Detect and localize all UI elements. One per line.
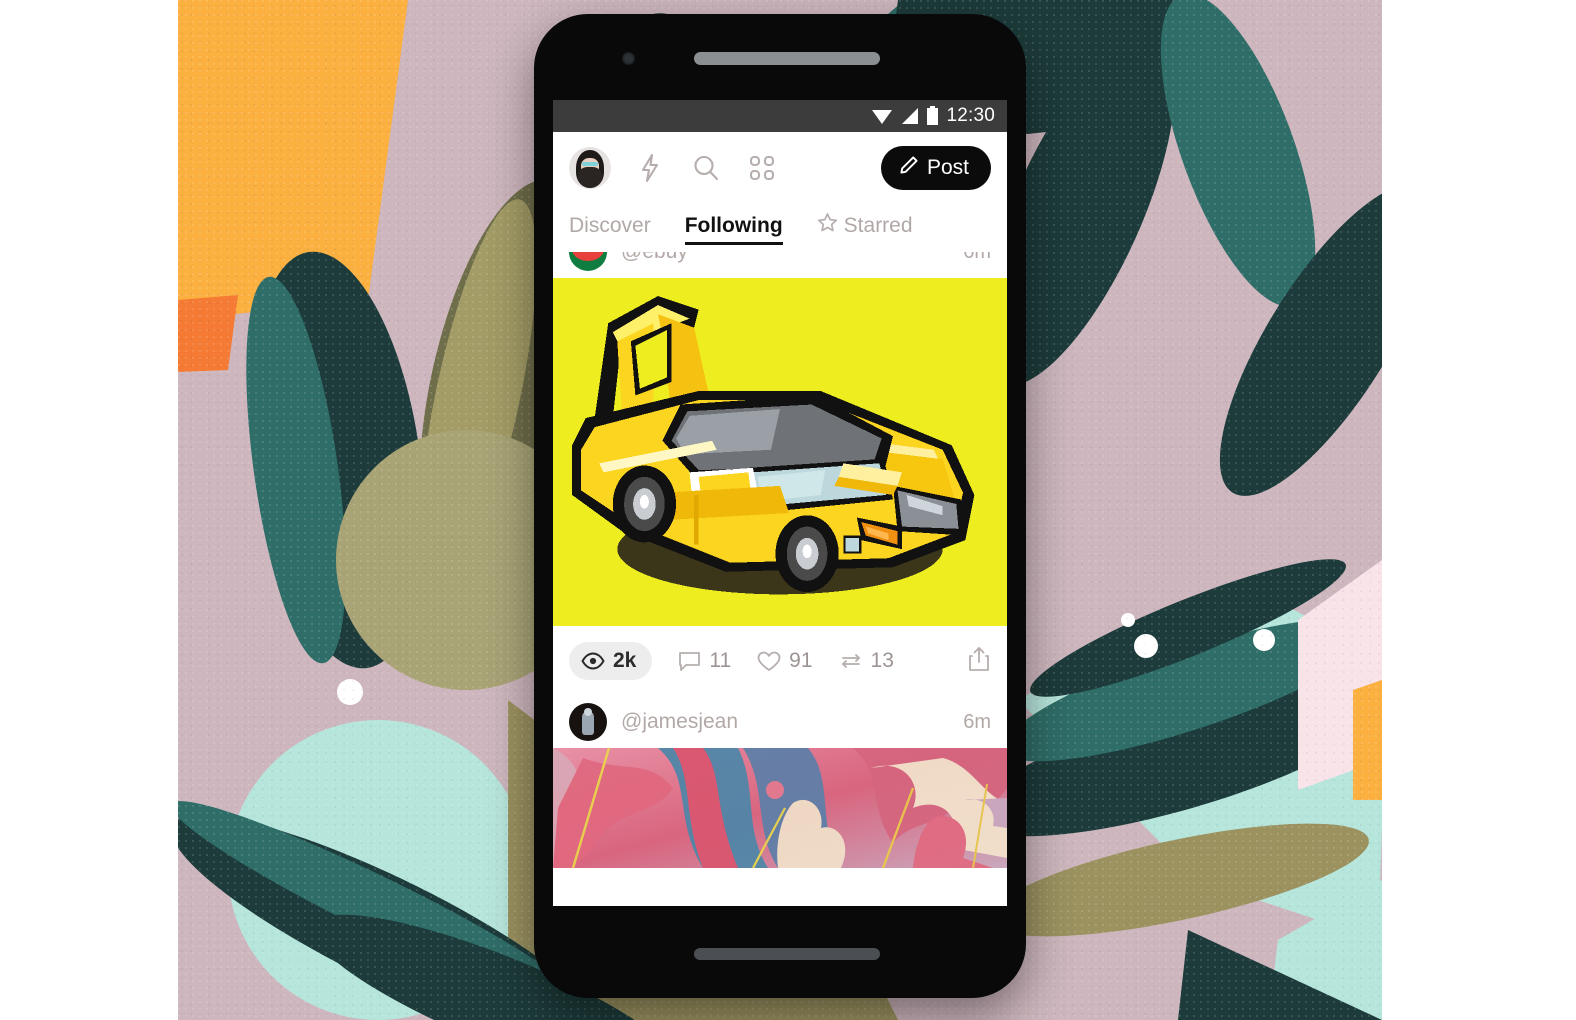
wifi-icon bbox=[871, 107, 893, 125]
avatar-beard bbox=[578, 167, 602, 188]
post-handle[interactable]: @ebuy bbox=[621, 252, 949, 264]
post-media-marbled-artwork[interactable] bbox=[553, 748, 1007, 868]
bg-dot-2 bbox=[1134, 634, 1158, 658]
post-avatar[interactable] bbox=[569, 703, 607, 741]
avatar-eyes bbox=[582, 162, 598, 166]
tab-starred[interactable]: Starred bbox=[817, 212, 913, 244]
comments-stat[interactable]: 11 bbox=[678, 649, 731, 673]
phone-frame: 12:30 Post Discover Following Starred 2k… bbox=[534, 14, 1026, 998]
likes-count: 91 bbox=[789, 649, 813, 672]
comment-icon bbox=[678, 651, 701, 672]
avatar-melon-flesh bbox=[572, 252, 604, 261]
post-header[interactable]: @ebuy 6m bbox=[553, 252, 1007, 278]
star-icon bbox=[817, 212, 838, 239]
status-bar: 12:30 bbox=[553, 100, 1007, 132]
bg-shape-yellow-right bbox=[1353, 680, 1382, 800]
lightning-icon[interactable] bbox=[633, 151, 667, 185]
home-indicator bbox=[694, 948, 880, 960]
heart-icon bbox=[757, 651, 781, 672]
post-media-pixel-art[interactable] bbox=[553, 278, 1007, 626]
pencil-icon bbox=[899, 155, 919, 181]
tab-starred-label: Starred bbox=[843, 213, 913, 237]
bg-dot-1 bbox=[337, 679, 363, 705]
post-button-label: Post bbox=[926, 156, 969, 179]
bg-dot-4 bbox=[1121, 613, 1135, 627]
post-handle[interactable]: @jamesjean bbox=[621, 710, 949, 734]
likes-stat[interactable]: 91 bbox=[757, 649, 813, 673]
grid-icon[interactable] bbox=[745, 151, 779, 185]
views-count: 2k bbox=[613, 649, 637, 672]
post-avatar[interactable] bbox=[569, 252, 607, 271]
search-icon[interactable] bbox=[689, 151, 723, 185]
post-timestamp: 6m bbox=[963, 710, 991, 733]
phone-screen: 12:30 Post Discover Following Starred 2k… bbox=[553, 100, 1007, 906]
views-stat[interactable]: 2k bbox=[569, 642, 653, 680]
post-header[interactable]: @jamesjean 6m bbox=[553, 696, 1007, 748]
post-actions: 2k 11 91 13 bbox=[553, 626, 1007, 696]
tab-following[interactable]: Following bbox=[684, 213, 783, 245]
post-button[interactable]: Post bbox=[880, 146, 991, 190]
app-bar: Post bbox=[553, 132, 1007, 204]
tab-discover-label: Discover bbox=[569, 213, 651, 237]
cellular-signal-icon bbox=[900, 107, 919, 125]
tab-discover[interactable]: Discover bbox=[569, 214, 651, 243]
battery-icon bbox=[926, 106, 939, 126]
tab-bar: Discover Following Starred bbox=[553, 204, 1007, 252]
repost-icon bbox=[839, 651, 863, 671]
earpiece-speaker bbox=[694, 52, 880, 65]
feed-list[interactable]: @ebuy 6m bbox=[553, 252, 1007, 906]
eye-icon bbox=[581, 652, 605, 670]
post-timestamp: 6m bbox=[963, 252, 991, 264]
avatar[interactable] bbox=[569, 147, 611, 189]
avatar-figure-head bbox=[584, 708, 592, 716]
comments-count: 11 bbox=[709, 649, 732, 672]
bg-dot-3 bbox=[1253, 629, 1275, 651]
screenshot-canvas: 12:30 Post Discover Following Starred 2k… bbox=[0, 0, 1576, 1020]
bg-shape-deep-orange bbox=[178, 295, 238, 372]
front-camera-icon bbox=[622, 52, 635, 65]
reposts-stat[interactable]: 13 bbox=[839, 649, 894, 673]
status-bar-clock: 12:30 bbox=[946, 105, 995, 126]
tab-following-label: Following bbox=[684, 213, 783, 237]
share-icon[interactable] bbox=[967, 646, 991, 677]
reposts-count: 13 bbox=[870, 649, 894, 672]
